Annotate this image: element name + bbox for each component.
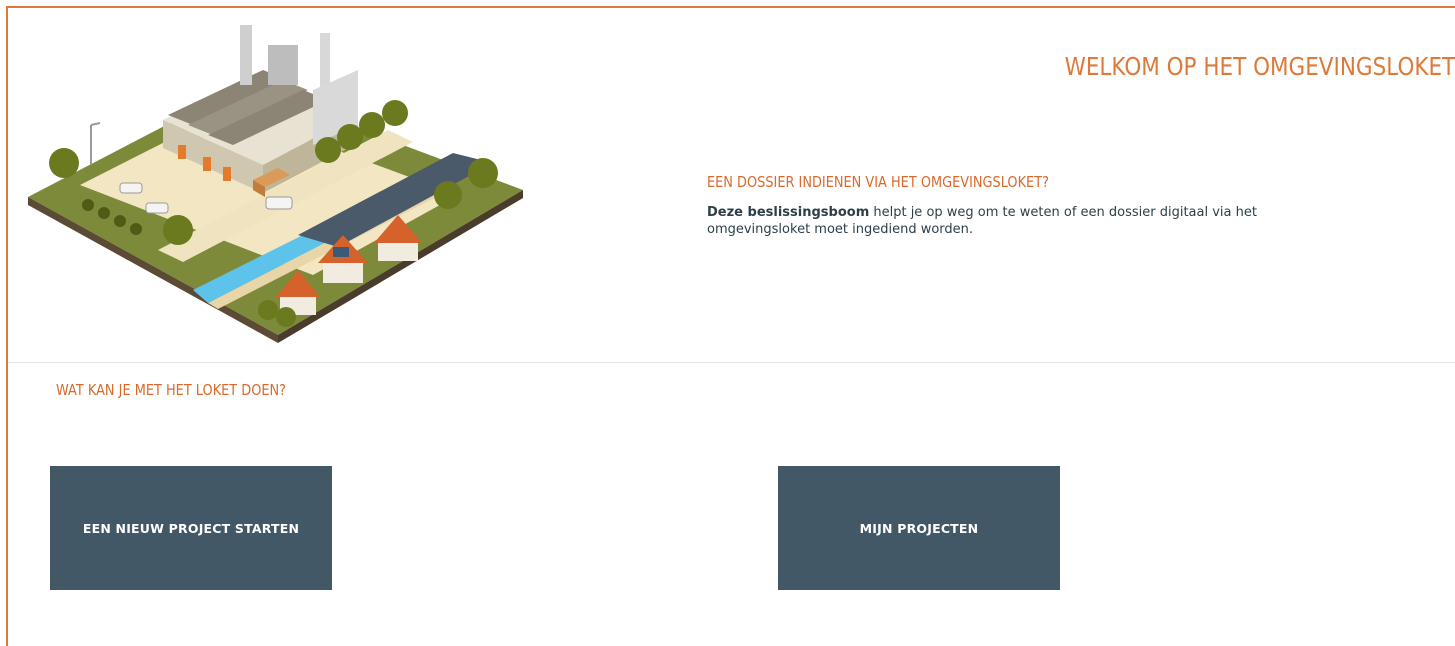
my-projects-button[interactable]: MIJN PROJECTEN [778, 466, 1060, 590]
actions-heading: WAT KAN JE MET HET LOKET DOEN? [56, 381, 287, 399]
decision-tree-link[interactable]: Deze beslissingsboom [707, 205, 869, 220]
welcome-title: WELKOM OP HET OMGEVINGSLOKET [1064, 52, 1455, 81]
intro-text: Deze beslissingsboom helpt je op weg om … [707, 204, 1327, 238]
industrial-town-illustration [28, 25, 523, 343]
new-project-button[interactable]: EEN NIEUW PROJECT STARTEN [50, 466, 332, 590]
section-divider [8, 362, 1455, 363]
intro-heading: EEN DOSSIER INDIENEN VIA HET OMGEVINGSLO… [707, 173, 1049, 191]
